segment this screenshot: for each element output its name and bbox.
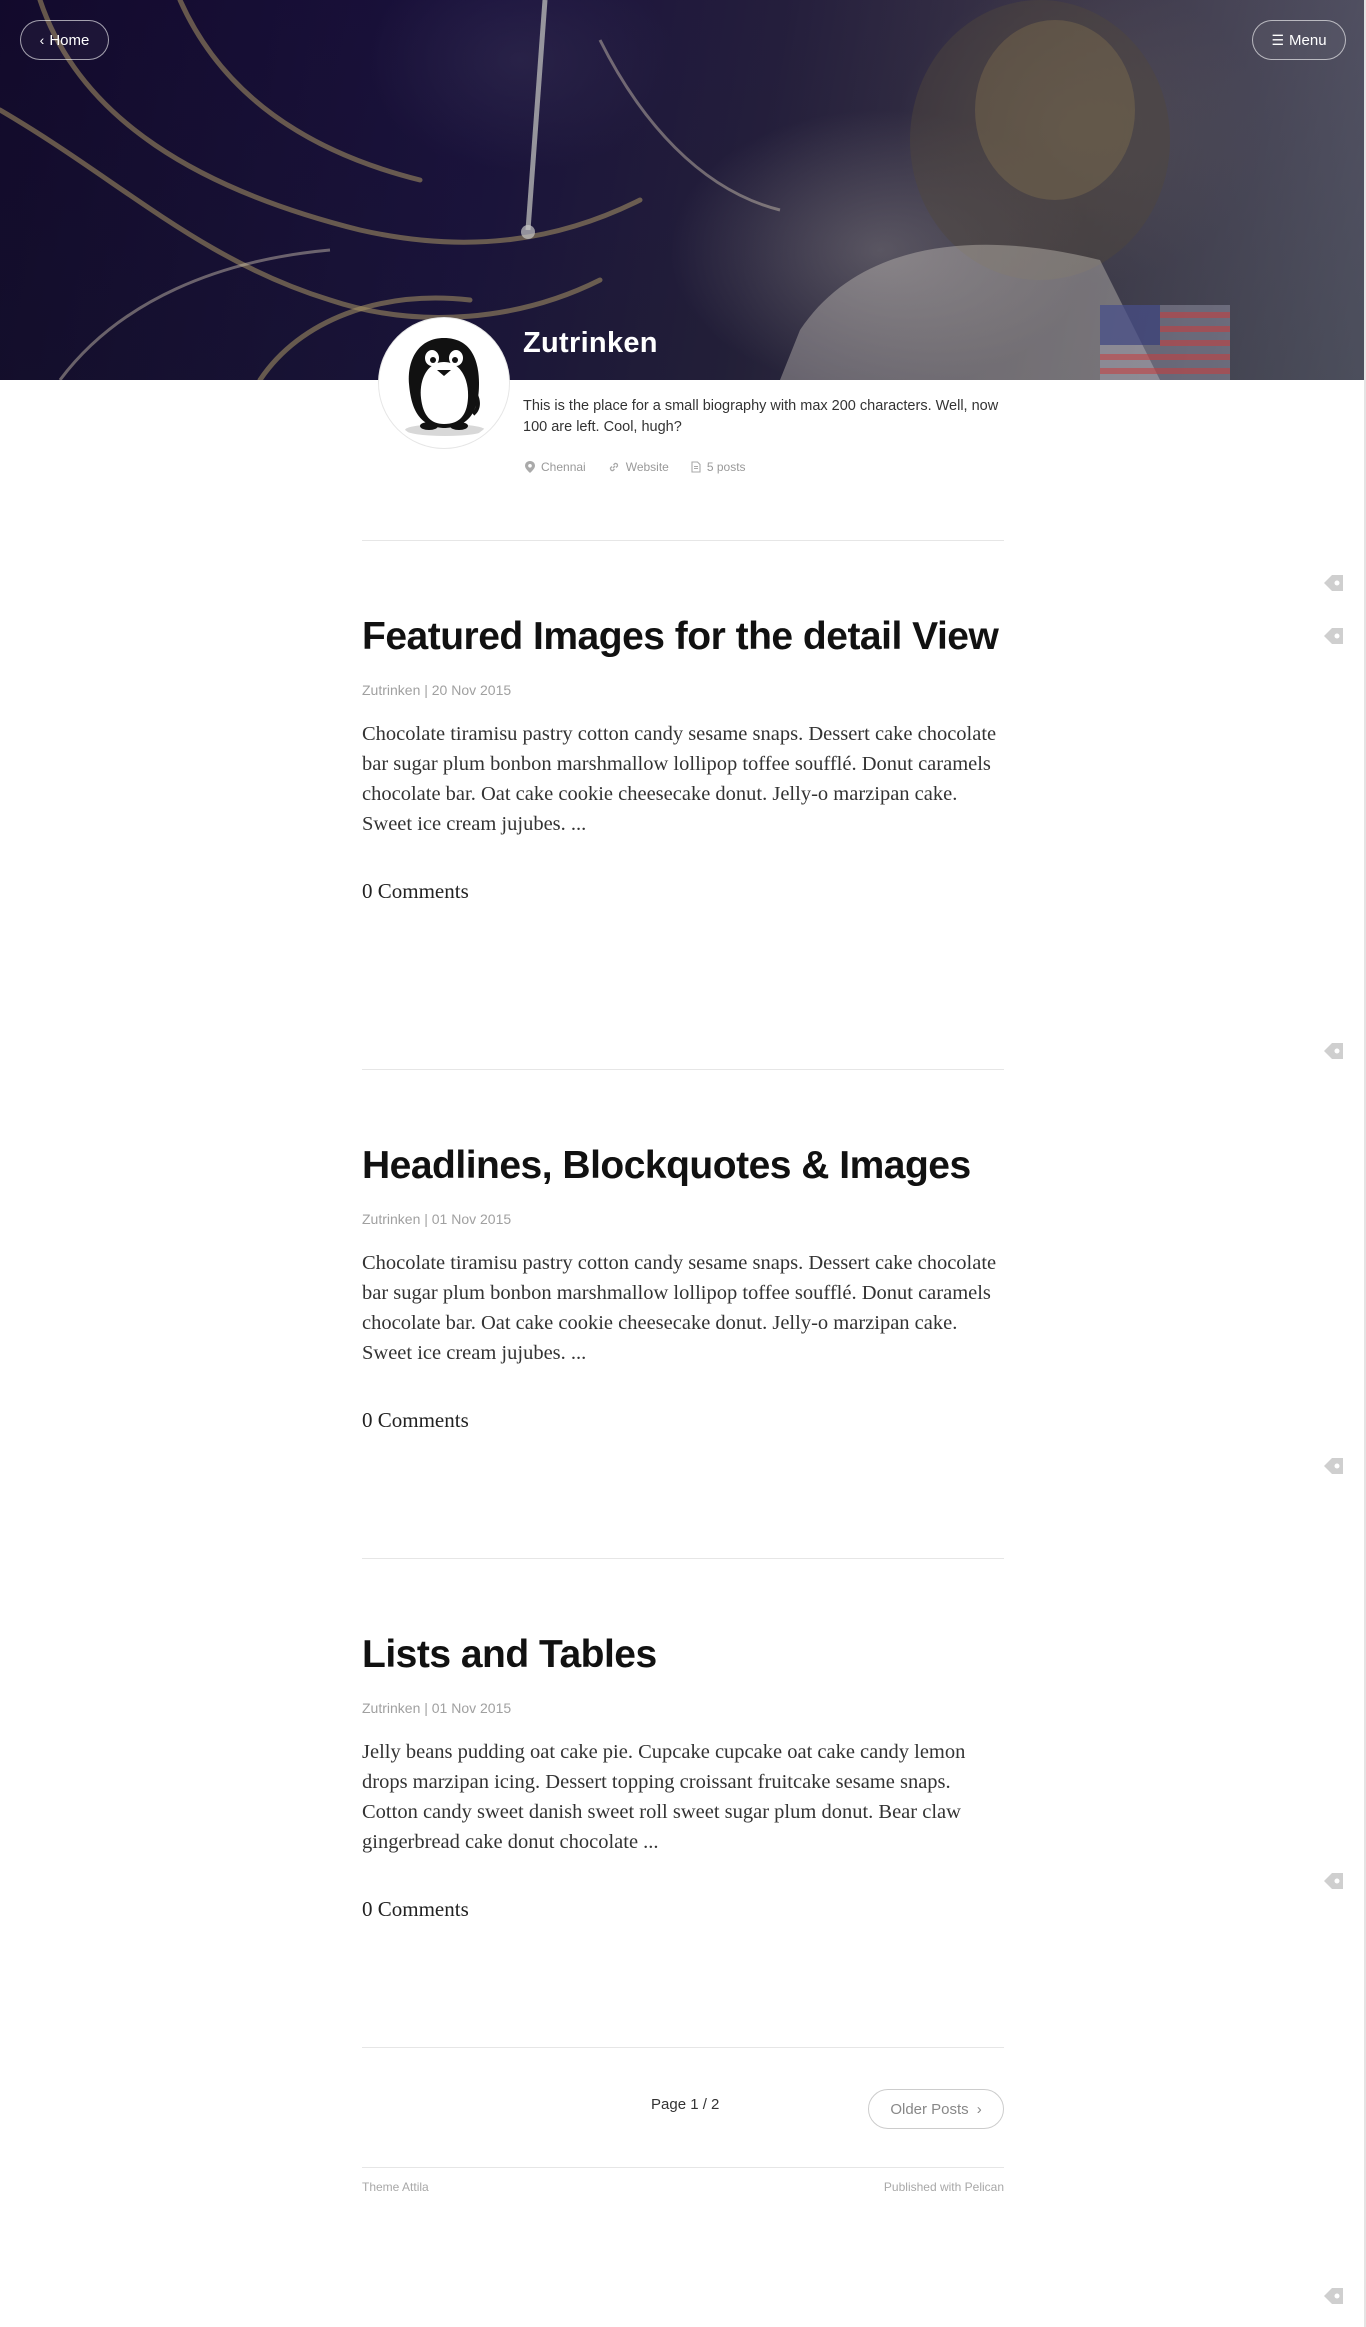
post-title[interactable]: Headlines, Blockquotes & Images [362,1146,1004,1186]
chevron-right-icon: › [976,2100,982,2118]
penguin-avatar-icon [405,338,485,436]
author-bio: This is the place for a small biography … [523,398,999,435]
hamburger-icon: ☰ [1271,32,1285,48]
home-button[interactable]: ‹ Home [20,20,109,60]
divider [362,1558,1004,1559]
older-posts-button[interactable]: Older Posts › [868,2089,1004,2129]
map-pin-icon [525,461,535,473]
menu-button[interactable]: ☰ Menu [1252,20,1346,60]
tag-icon[interactable] [1321,623,1347,649]
tag-icon[interactable] [1321,2283,1347,2309]
post-meta: Zutrinken | 01 Nov 2015 [362,1700,512,1716]
author-avatar[interactable] [379,318,509,448]
post-comments-link[interactable]: 0 Comments [362,1408,1004,1433]
post-card: Lists and Tables Zutrinken | 01 Nov 2015… [362,1635,1004,1922]
author-name: Zutrinken [523,327,658,359]
tag-icon[interactable] [1321,570,1347,596]
tag-icon[interactable] [1321,1453,1347,1479]
chevron-left-icon: ‹ [39,32,45,48]
hero-cover-image: ‹ Home ☰ Menu Zutrinken [0,0,1366,380]
post-card: Headlines, Blockquotes & Images Zutrinke… [362,1146,1004,1433]
divider [362,2047,1004,2048]
divider [362,540,1004,541]
author-meta: Chennai Website 5 posts [525,460,746,474]
link-icon [609,462,618,472]
theme-credit-link[interactable]: Theme Attila [362,2180,429,2194]
post-excerpt: Jelly beans pudding oat cake pie. Cupcak… [362,1741,966,1853]
author-post-count: 5 posts [691,460,746,474]
footer-divider [362,2167,1004,2168]
post-excerpt: Chocolate tiramisu pastry cotton candy s… [362,723,997,835]
astronaut-illustration [0,0,1230,380]
menu-button-label: Menu [1289,31,1327,49]
flag-patch [1100,305,1230,380]
post-meta: Zutrinken | 01 Nov 2015 [362,1211,512,1227]
post-card: Featured Images for the detail View Zutr… [362,617,1004,904]
tag-icon[interactable] [1321,1868,1347,1894]
older-posts-label: Older Posts [890,2100,969,2118]
post-title[interactable]: Lists and Tables [362,1635,1004,1675]
home-button-label: Home [49,31,90,49]
tag-icon[interactable] [1321,1038,1347,1064]
post-meta: Zutrinken | 20 Nov 2015 [362,682,512,698]
post-excerpt: Chocolate tiramisu pastry cotton candy s… [362,1252,997,1364]
author-post-count-label: 5 posts [706,460,746,474]
pelican-credit-link[interactable]: Published with Pelican [884,2180,1004,2194]
author-website-label: Website [625,460,669,474]
author-location-label: Chennai [541,460,586,474]
divider [362,1069,1004,1070]
post-comments-link[interactable]: 0 Comments [362,879,1004,904]
document-icon [691,461,701,473]
author-website-link[interactable]: Website [608,460,669,474]
author-location: Chennai [525,460,586,474]
page-number: Page 1 / 2 [651,2096,720,2113]
post-comments-link[interactable]: 0 Comments [362,1897,1004,1922]
post-title[interactable]: Featured Images for the detail View [362,617,1004,657]
